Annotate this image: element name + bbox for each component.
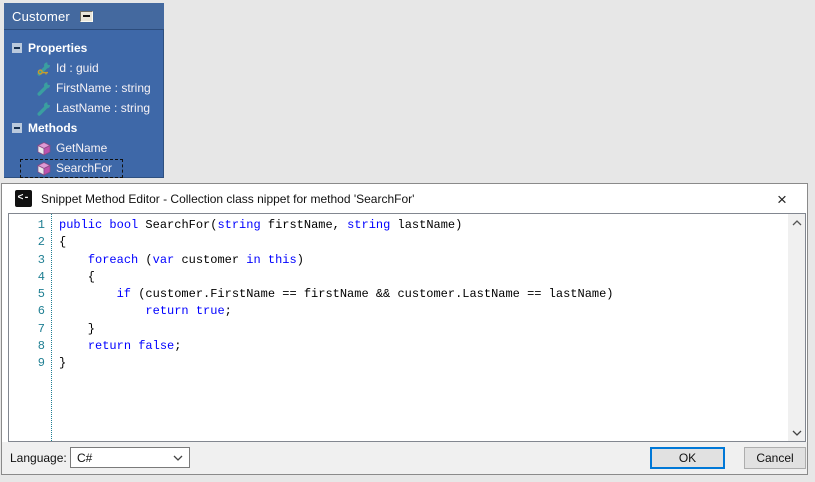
code-line[interactable]: 1public bool SearchFor(string firstName,… — [9, 217, 805, 234]
method-item-searchfor[interactable]: SearchFor — [4, 158, 164, 178]
section-label: Methods — [28, 121, 77, 135]
line-number: 2 — [9, 234, 51, 251]
property-label: LastName : string — [56, 101, 150, 115]
scroll-down-icon[interactable] — [788, 424, 805, 441]
code-line[interactable]: 6 return true; — [9, 303, 805, 320]
dialog-title: Snippet Method Editor - Collection class… — [41, 192, 414, 206]
property-item-lastname[interactable]: LastName : string — [4, 98, 164, 118]
wrench-icon — [36, 101, 51, 116]
wrench-key-icon — [36, 61, 51, 76]
language-value: C# — [77, 451, 92, 465]
property-item-firstname[interactable]: FirstName : string — [4, 78, 164, 98]
cube-icon — [36, 141, 51, 156]
line-number: 1 — [9, 217, 51, 234]
section-label: Properties — [28, 41, 87, 55]
method-label: GetName — [56, 141, 107, 155]
cube-icon — [36, 161, 51, 176]
section-properties[interactable]: Properties — [4, 38, 164, 58]
code-line[interactable]: 5 if (customer.FirstName == firstName &&… — [9, 286, 805, 303]
ok-button[interactable]: OK — [650, 447, 725, 469]
line-number: 7 — [9, 321, 51, 338]
line-number: 5 — [9, 286, 51, 303]
editor-scrollbar[interactable] — [788, 214, 805, 441]
code-line[interactable]: 7 } — [9, 321, 805, 338]
code-line[interactable]: 3 foreach (var customer in this) — [9, 252, 805, 269]
dialog-footer: Language: C# OK Cancel — [2, 442, 807, 474]
selection-outline: SearchFor — [20, 159, 123, 178]
class-members: Properties Id : guid FirstName : string … — [4, 30, 164, 178]
property-label: Id : guid — [56, 61, 99, 75]
line-number: 4 — [9, 269, 51, 286]
snippet-method-editor-dialog: <- Snippet Method Editor - Collection cl… — [1, 183, 808, 475]
class-title: Customer — [12, 9, 70, 24]
class-header[interactable]: Customer — [4, 3, 164, 30]
dialog-titlebar[interactable]: <- Snippet Method Editor - Collection cl… — [2, 184, 807, 213]
close-icon[interactable]: × — [771, 190, 793, 208]
scroll-up-icon[interactable] — [788, 214, 805, 231]
collapse-methods-icon[interactable] — [12, 123, 22, 133]
line-number: 6 — [9, 303, 51, 320]
line-number: 3 — [9, 252, 51, 269]
code-line[interactable]: 4 { — [9, 269, 805, 286]
code-line[interactable]: 9} — [9, 355, 805, 372]
method-item-getname[interactable]: GetName — [4, 138, 164, 158]
customer-class-panel[interactable]: Customer Properties Id : guid FirstName … — [4, 3, 164, 178]
code-line[interactable]: 2{ — [9, 234, 805, 251]
code-line[interactable]: 8 return false; — [9, 338, 805, 355]
language-label: Language: — [10, 451, 67, 465]
code-editor[interactable]: 1public bool SearchFor(string firstName,… — [8, 213, 806, 442]
collapse-properties-icon[interactable] — [12, 43, 22, 53]
line-number: 8 — [9, 338, 51, 355]
line-number: 9 — [9, 355, 51, 372]
wrench-icon — [36, 81, 51, 96]
property-label: FirstName : string — [56, 81, 151, 95]
language-select[interactable]: C# — [70, 447, 190, 468]
cancel-button[interactable]: Cancel — [744, 447, 806, 469]
method-label: SearchFor — [56, 161, 112, 175]
code-lines[interactable]: 1public bool SearchFor(string firstName,… — [9, 214, 805, 373]
property-item-id[interactable]: Id : guid — [4, 58, 164, 78]
chevron-down-icon — [173, 454, 183, 462]
collapse-class-icon[interactable] — [80, 11, 93, 22]
back-icon: <- — [15, 190, 32, 207]
section-methods[interactable]: Methods — [4, 118, 164, 138]
